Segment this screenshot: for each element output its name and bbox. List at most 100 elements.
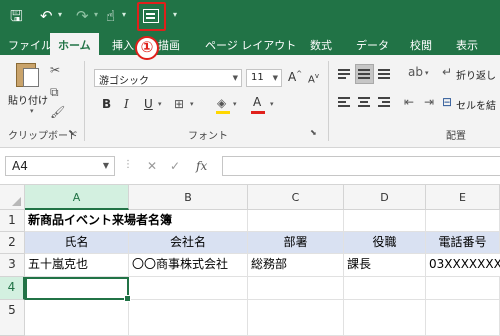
divider xyxy=(84,61,85,141)
wrap-text-button[interactable]: 折り返し xyxy=(456,67,496,82)
tab-data[interactable]: データ xyxy=(356,37,389,53)
undo-icon[interactable]: ↶ xyxy=(40,8,53,24)
cell-a3[interactable]: 五十嵐克也 xyxy=(25,254,129,277)
paste-button-label[interactable]: 貼り付け xyxy=(8,92,48,107)
cell-a1[interactable]: 新商品イベント来場者名簿 xyxy=(25,210,172,232)
paste-icon[interactable] xyxy=(16,63,39,87)
orientation-icon[interactable]: ab xyxy=(408,65,423,79)
font-size-combo[interactable]: 11 ▼ xyxy=(246,69,282,87)
format-painter-icon[interactable]: 🖌 xyxy=(50,105,65,119)
font-launcher-icon[interactable]: ⬊ xyxy=(310,128,317,137)
divider xyxy=(328,61,329,141)
orientation-dropdown-icon[interactable]: ▾ xyxy=(425,69,429,77)
font-group-label: フォント xyxy=(188,131,228,142)
tab-page-layout[interactable]: ページ レイアウト xyxy=(205,37,296,53)
redo-dropdown-icon[interactable]: ▾ xyxy=(94,10,98,19)
fill-color-icon[interactable]: ◈ xyxy=(217,96,226,110)
merge-center-button[interactable]: セルを結 xyxy=(456,97,496,112)
cell-e5[interactable] xyxy=(426,300,500,336)
cell-c5[interactable] xyxy=(248,300,344,336)
cell-a2[interactable]: 氏名 xyxy=(25,232,129,254)
cell-c1[interactable] xyxy=(248,210,344,232)
row-header-4[interactable]: 4 xyxy=(0,277,25,300)
column-header-b[interactable]: B xyxy=(129,185,248,210)
column-header-a[interactable]: A xyxy=(25,185,129,210)
column-header-d[interactable]: D xyxy=(344,185,426,210)
cell-b2[interactable]: 会社名 xyxy=(129,232,248,254)
row-header-2[interactable]: 2 xyxy=(0,232,25,254)
formula-bar-grip-icon: ⋮ xyxy=(123,159,133,170)
cell-c3[interactable]: 総務部 xyxy=(248,254,344,277)
quick-access-toolbar: 🖫 ↶ ▾ ↷ ▾ ☝ ▾ ▾ xyxy=(0,0,500,33)
alignment-group-label: 配置 xyxy=(446,131,466,142)
touch-mode-icon[interactable]: ☝ xyxy=(106,8,115,24)
font-color-dropdown-icon[interactable]: ▾ xyxy=(270,100,274,108)
tab-review[interactable]: 校閲 xyxy=(410,37,432,53)
cell-b3[interactable]: 〇〇商事株式会社 xyxy=(129,254,248,277)
cell-d4[interactable] xyxy=(344,277,426,300)
copy-icon[interactable]: ⧉ xyxy=(50,85,59,100)
chevron-down-icon: ▼ xyxy=(272,74,278,82)
form-icon[interactable] xyxy=(143,9,159,23)
fill-dropdown-icon[interactable]: ▾ xyxy=(233,100,237,108)
formula-input[interactable] xyxy=(222,156,500,176)
cell-d3[interactable]: 課長 xyxy=(344,254,426,277)
underline-button[interactable]: U xyxy=(144,97,153,111)
row-header-1[interactable]: 1 xyxy=(0,210,25,232)
column-header-c[interactable]: C xyxy=(248,185,344,210)
enter-icon[interactable]: ✓ xyxy=(170,159,180,173)
name-box[interactable]: A4 ▼ xyxy=(5,156,115,176)
italic-button[interactable]: I xyxy=(124,97,129,111)
tab-view[interactable]: 表示 xyxy=(456,37,478,53)
borders-dropdown-icon[interactable]: ▾ xyxy=(190,100,194,108)
row-header-3[interactable]: 3 xyxy=(0,254,25,277)
cell-b4[interactable] xyxy=(129,277,248,300)
tab-insert[interactable]: 挿入 xyxy=(112,37,134,53)
font-color-icon[interactable]: A xyxy=(253,95,261,109)
touch-dropdown-icon[interactable]: ▾ xyxy=(122,10,126,19)
cell-c4[interactable] xyxy=(248,277,344,300)
cell-e3[interactable]: 03XXXXXXXX xyxy=(426,254,500,277)
clipboard-launcher-icon[interactable]: ⬊ xyxy=(68,128,75,137)
cell-e2[interactable]: 電話番号 xyxy=(426,232,500,254)
customize-qat-icon[interactable]: ▾ xyxy=(173,10,177,19)
select-all-button[interactable] xyxy=(0,185,25,210)
merge-center-icon[interactable]: ⊟ xyxy=(442,95,452,109)
active-cell-border xyxy=(25,277,131,302)
cell-d5[interactable] xyxy=(344,300,426,336)
tab-formulas[interactable]: 数式 xyxy=(310,37,332,53)
font-name-combo[interactable]: 游ゴシック ▼ xyxy=(94,69,242,87)
borders-icon[interactable]: ⊞ xyxy=(174,97,184,111)
cell-b1[interactable] xyxy=(129,210,248,232)
cancel-icon[interactable]: ✕ xyxy=(147,159,157,173)
column-header-e[interactable]: E xyxy=(426,185,500,210)
insert-function-icon[interactable]: fx xyxy=(196,159,207,173)
tab-file[interactable]: ファイル xyxy=(8,37,52,53)
save-icon[interactable]: 🖫 xyxy=(10,8,23,24)
row-header-5[interactable]: 5 xyxy=(0,300,25,336)
cell-e1[interactable] xyxy=(426,210,500,232)
cell-d2[interactable]: 役職 xyxy=(344,232,426,254)
cut-icon[interactable]: ✂ xyxy=(50,63,60,77)
ribbon-tabs: ファイル ホーム 挿入 描画 ページ レイアウト 数式 データ 校閲 表示 xyxy=(0,33,500,55)
redo-icon[interactable]: ↷ xyxy=(76,8,89,24)
underline-dropdown-icon[interactable]: ▾ xyxy=(158,100,162,108)
tab-home[interactable]: ホーム xyxy=(50,33,99,55)
grow-font-button[interactable]: A^ xyxy=(288,70,302,84)
cell-a5[interactable] xyxy=(25,300,129,336)
cell-d1[interactable] xyxy=(344,210,426,232)
paste-dropdown-icon[interactable]: ▾ xyxy=(30,107,34,115)
undo-dropdown-icon[interactable]: ▾ xyxy=(58,10,62,19)
tab-draw[interactable]: 描画 xyxy=(158,37,180,53)
cell-c2[interactable]: 部署 xyxy=(248,232,344,254)
shrink-font-button[interactable]: Av xyxy=(308,72,319,85)
decrease-indent-icon[interactable]: ⇤ xyxy=(404,95,414,109)
formula-bar: A4 ▼ ⋮ ✕ ✓ fx xyxy=(0,148,500,185)
bold-button[interactable]: B xyxy=(102,97,111,111)
cell-b5[interactable] xyxy=(129,300,248,336)
increase-indent-icon[interactable]: ⇥ xyxy=(424,95,434,109)
name-box-value: A4 xyxy=(12,159,28,173)
cell-e4[interactable] xyxy=(426,277,500,300)
ribbon: 貼り付け ▾ ✂ ⧉ 🖌 クリップボード ⬊ 游ゴシック ▼ 11 ▼ A^ A… xyxy=(0,55,500,148)
wrap-text-icon[interactable]: ↵ xyxy=(442,65,452,79)
